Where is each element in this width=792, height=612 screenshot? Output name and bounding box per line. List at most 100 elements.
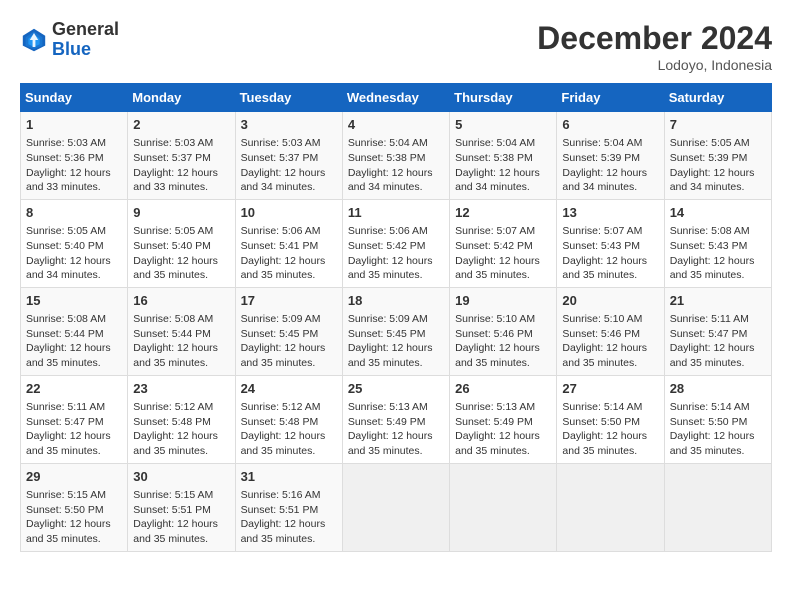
calendar-table: SundayMondayTuesdayWednesdayThursdayFrid… xyxy=(20,83,772,552)
day-info-line: Daylight: 12 hours xyxy=(241,166,337,181)
day-info-line: and 35 minutes. xyxy=(133,532,229,547)
day-info-line: and 35 minutes. xyxy=(455,356,551,371)
day-info-line: Sunset: 5:39 PM xyxy=(670,151,766,166)
calendar-cell: 2Sunrise: 5:03 AMSunset: 5:37 PMDaylight… xyxy=(128,112,235,200)
calendar-cell: 7 Sunrise: 5:05 AMSunset: 5:39 PMDaylight… xyxy=(664,112,771,200)
day-info-line: Sunrise: 5:10 AM xyxy=(562,312,658,327)
day-info-line: Daylight: 12 hours xyxy=(26,166,122,181)
day-info-line: Daylight: 12 hours xyxy=(455,429,551,444)
day-info-line: Sunrise: 5:07 AM xyxy=(562,224,658,239)
day-number: 23 xyxy=(133,380,229,398)
calendar-cell: 31Sunrise: 5:16 AMSunset: 5:51 PMDayligh… xyxy=(235,463,342,551)
calendar-cell: 21Sunrise: 5:11 AMSunset: 5:47 PMDayligh… xyxy=(664,287,771,375)
weekday-header-thursday: Thursday xyxy=(450,84,557,112)
day-info-line: Sunset: 5:47 PM xyxy=(670,327,766,342)
day-info-line: and 35 minutes. xyxy=(562,268,658,283)
day-info-line: Sunset: 5:44 PM xyxy=(133,327,229,342)
day-info-line: Daylight: 12 hours xyxy=(133,254,229,269)
day-info-line: Sunset: 5:48 PM xyxy=(133,415,229,430)
location: Lodoyo, Indonesia xyxy=(537,57,772,73)
day-number: 31 xyxy=(241,468,337,486)
day-info-line: Sunset: 5:50 PM xyxy=(670,415,766,430)
day-info-line: Sunrise: 5:08 AM xyxy=(670,224,766,239)
day-info-line: Sunrise: 5:11 AM xyxy=(670,312,766,327)
day-number: 25 xyxy=(348,380,444,398)
day-info-line: Sunset: 5:43 PM xyxy=(562,239,658,254)
weekday-header-sunday: Sunday xyxy=(21,84,128,112)
calendar-week-1: 1Sunrise: 5:03 AMSunset: 5:36 PMDaylight… xyxy=(21,112,772,200)
day-info-line: Sunset: 5:39 PM xyxy=(562,151,658,166)
day-info-line: and 35 minutes. xyxy=(241,356,337,371)
day-info-line: Daylight: 12 hours xyxy=(241,517,337,532)
day-info-line: Daylight: 12 hours xyxy=(241,429,337,444)
day-info-line: and 35 minutes. xyxy=(562,356,658,371)
day-number: 27 xyxy=(562,380,658,398)
day-number: 26 xyxy=(455,380,551,398)
day-info-line: Sunrise: 5:12 AM xyxy=(241,400,337,415)
day-info-line: Sunset: 5:49 PM xyxy=(455,415,551,430)
day-info-line: Sunrise: 5:05 AM xyxy=(670,136,766,151)
calendar-week-3: 15Sunrise: 5:08 AMSunset: 5:44 PMDayligh… xyxy=(21,287,772,375)
calendar-cell: 24Sunrise: 5:12 AMSunset: 5:48 PMDayligh… xyxy=(235,375,342,463)
day-info-line: Sunset: 5:37 PM xyxy=(133,151,229,166)
day-info-line: Daylight: 12 hours xyxy=(562,341,658,356)
calendar-cell: 17Sunrise: 5:09 AMSunset: 5:45 PMDayligh… xyxy=(235,287,342,375)
day-info-line: and 35 minutes. xyxy=(455,268,551,283)
calendar-cell: 29Sunrise: 5:15 AMSunset: 5:50 PMDayligh… xyxy=(21,463,128,551)
day-info-line: and 34 minutes. xyxy=(562,180,658,195)
calendar-cell: 13Sunrise: 5:07 AMSunset: 5:43 PMDayligh… xyxy=(557,199,664,287)
calendar-cell: 12Sunrise: 5:07 AMSunset: 5:42 PMDayligh… xyxy=(450,199,557,287)
day-info-line: and 35 minutes. xyxy=(562,444,658,459)
day-info-line: Sunrise: 5:04 AM xyxy=(348,136,444,151)
day-info-line: Daylight: 12 hours xyxy=(133,429,229,444)
day-info-line: Sunrise: 5:03 AM xyxy=(133,136,229,151)
title-block: December 2024 Lodoyo, Indonesia xyxy=(537,20,772,73)
day-info-line: Sunrise: 5:04 AM xyxy=(562,136,658,151)
day-info-line: Daylight: 12 hours xyxy=(562,166,658,181)
day-info-line: Sunrise: 5:16 AM xyxy=(241,488,337,503)
day-info-line: Sunset: 5:40 PM xyxy=(133,239,229,254)
day-info-line: and 34 minutes. xyxy=(670,180,766,195)
day-info-line: Sunrise: 5:13 AM xyxy=(348,400,444,415)
day-number: 20 xyxy=(562,292,658,310)
day-info-line: Daylight: 12 hours xyxy=(455,166,551,181)
day-info-line: Daylight: 12 hours xyxy=(348,341,444,356)
day-info-line: Sunset: 5:45 PM xyxy=(241,327,337,342)
day-info-line: Sunrise: 5:03 AM xyxy=(241,136,337,151)
day-number: 24 xyxy=(241,380,337,398)
day-info-line: Sunrise: 5:11 AM xyxy=(26,400,122,415)
day-info-line: Sunrise: 5:14 AM xyxy=(562,400,658,415)
day-info-line: Daylight: 12 hours xyxy=(670,166,766,181)
day-number: 7 xyxy=(670,116,766,134)
logo-icon xyxy=(20,26,48,54)
day-info-line: Sunrise: 5:14 AM xyxy=(670,400,766,415)
day-number: 16 xyxy=(133,292,229,310)
day-info-line: Sunrise: 5:04 AM xyxy=(455,136,551,151)
day-info-line: Sunset: 5:50 PM xyxy=(26,503,122,518)
day-info-line: Daylight: 12 hours xyxy=(348,429,444,444)
day-info-line: Daylight: 12 hours xyxy=(241,254,337,269)
calendar-cell: 10Sunrise: 5:06 AMSunset: 5:41 PMDayligh… xyxy=(235,199,342,287)
day-info-line: Sunset: 5:38 PM xyxy=(455,151,551,166)
day-info-line: Daylight: 12 hours xyxy=(562,254,658,269)
day-info-line: Sunrise: 5:15 AM xyxy=(26,488,122,503)
day-number: 8 xyxy=(26,204,122,222)
day-number: 12 xyxy=(455,204,551,222)
day-info-line: and 35 minutes. xyxy=(455,444,551,459)
day-info-line: Daylight: 12 hours xyxy=(133,517,229,532)
logo-general-text: General xyxy=(52,19,119,39)
calendar-cell: 15Sunrise: 5:08 AMSunset: 5:44 PMDayligh… xyxy=(21,287,128,375)
day-info-line: Sunset: 5:46 PM xyxy=(562,327,658,342)
day-info-line: Sunset: 5:49 PM xyxy=(348,415,444,430)
calendar-cell: 1Sunrise: 5:03 AMSunset: 5:36 PMDaylight… xyxy=(21,112,128,200)
day-info-line: Daylight: 12 hours xyxy=(26,341,122,356)
day-info-line: and 35 minutes. xyxy=(348,444,444,459)
day-info-line: and 35 minutes. xyxy=(670,444,766,459)
day-info-line: Daylight: 12 hours xyxy=(670,429,766,444)
calendar-cell: 20 Sunrise: 5:10 AMSunset: 5:46 PMDayligh… xyxy=(557,287,664,375)
day-info-line: Sunset: 5:47 PM xyxy=(26,415,122,430)
day-info-line: Daylight: 12 hours xyxy=(455,254,551,269)
day-info-line: Sunset: 5:50 PM xyxy=(562,415,658,430)
day-info-line: Daylight: 12 hours xyxy=(26,429,122,444)
calendar-cell: 23Sunrise: 5:12 AMSunset: 5:48 PMDayligh… xyxy=(128,375,235,463)
